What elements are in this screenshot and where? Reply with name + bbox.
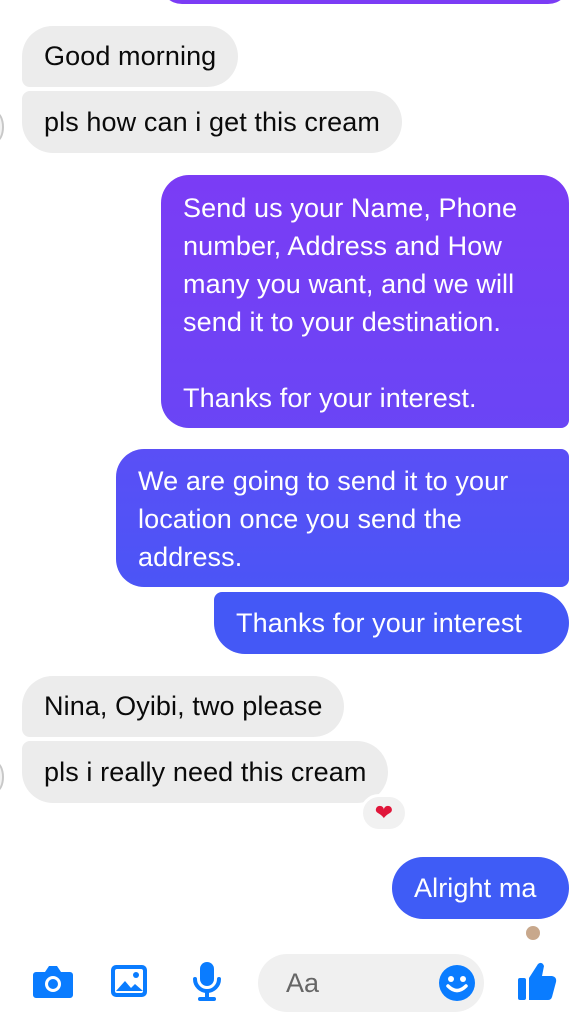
message-line: We are going to send it to your bbox=[138, 466, 509, 496]
message-line: location once you send the bbox=[138, 504, 462, 534]
message-composer bbox=[258, 954, 484, 1012]
message-text: Alright ma bbox=[414, 873, 537, 903]
message-line: address. bbox=[138, 542, 243, 572]
message-outgoing-thanks[interactable]: Thanks for your interest bbox=[214, 592, 569, 654]
message-incoming-good-morning[interactable]: Good morning bbox=[22, 26, 239, 87]
message-line: send it to your destination. bbox=[183, 307, 501, 337]
message-text: Thanks for your interest bbox=[236, 608, 523, 638]
message-incoming-need-cream[interactable]: pls i really need this cream bbox=[22, 741, 389, 803]
sender-avatar[interactable] bbox=[0, 762, 4, 792]
message-line: Thanks for your interest. bbox=[183, 383, 477, 413]
thumbs-up-icon[interactable] bbox=[514, 958, 560, 1004]
message-input[interactable] bbox=[286, 964, 426, 1002]
heart-reaction[interactable]: ❤ bbox=[360, 794, 408, 832]
message-outgoing-send-details[interactable]: Send us your Name, Phone number, Address… bbox=[161, 175, 569, 428]
message-text: Nina, Oyibi, two please bbox=[44, 691, 323, 721]
message-outgoing-alright[interactable]: Alright ma bbox=[392, 857, 569, 919]
message-line: number, Address and How bbox=[183, 231, 502, 261]
camera-icon[interactable] bbox=[30, 958, 76, 1004]
previous-outgoing-bubble bbox=[160, 0, 570, 4]
image-icon[interactable] bbox=[106, 958, 152, 1004]
sender-avatar[interactable] bbox=[0, 112, 4, 142]
microphone-icon[interactable] bbox=[184, 958, 230, 1004]
message-incoming-names[interactable]: Nina, Oyibi, two please bbox=[22, 676, 345, 737]
emoji-icon[interactable] bbox=[434, 960, 480, 1006]
message-line: many you want, and we will bbox=[183, 269, 515, 299]
message-toolbar bbox=[0, 940, 582, 1024]
message-outgoing-send-location[interactable]: We are going to send it to your location… bbox=[116, 449, 569, 587]
message-text: pls i really need this cream bbox=[44, 757, 367, 787]
message-line: Send us your Name, Phone bbox=[183, 193, 518, 223]
message-line-blank bbox=[183, 341, 547, 379]
heart-icon: ❤ bbox=[374, 800, 394, 825]
seen-avatar bbox=[526, 926, 540, 940]
message-text: Good morning bbox=[44, 41, 217, 71]
message-text: pls how can i get this cream bbox=[44, 107, 380, 137]
message-incoming-how-get-cream[interactable]: pls how can i get this cream bbox=[22, 91, 402, 153]
